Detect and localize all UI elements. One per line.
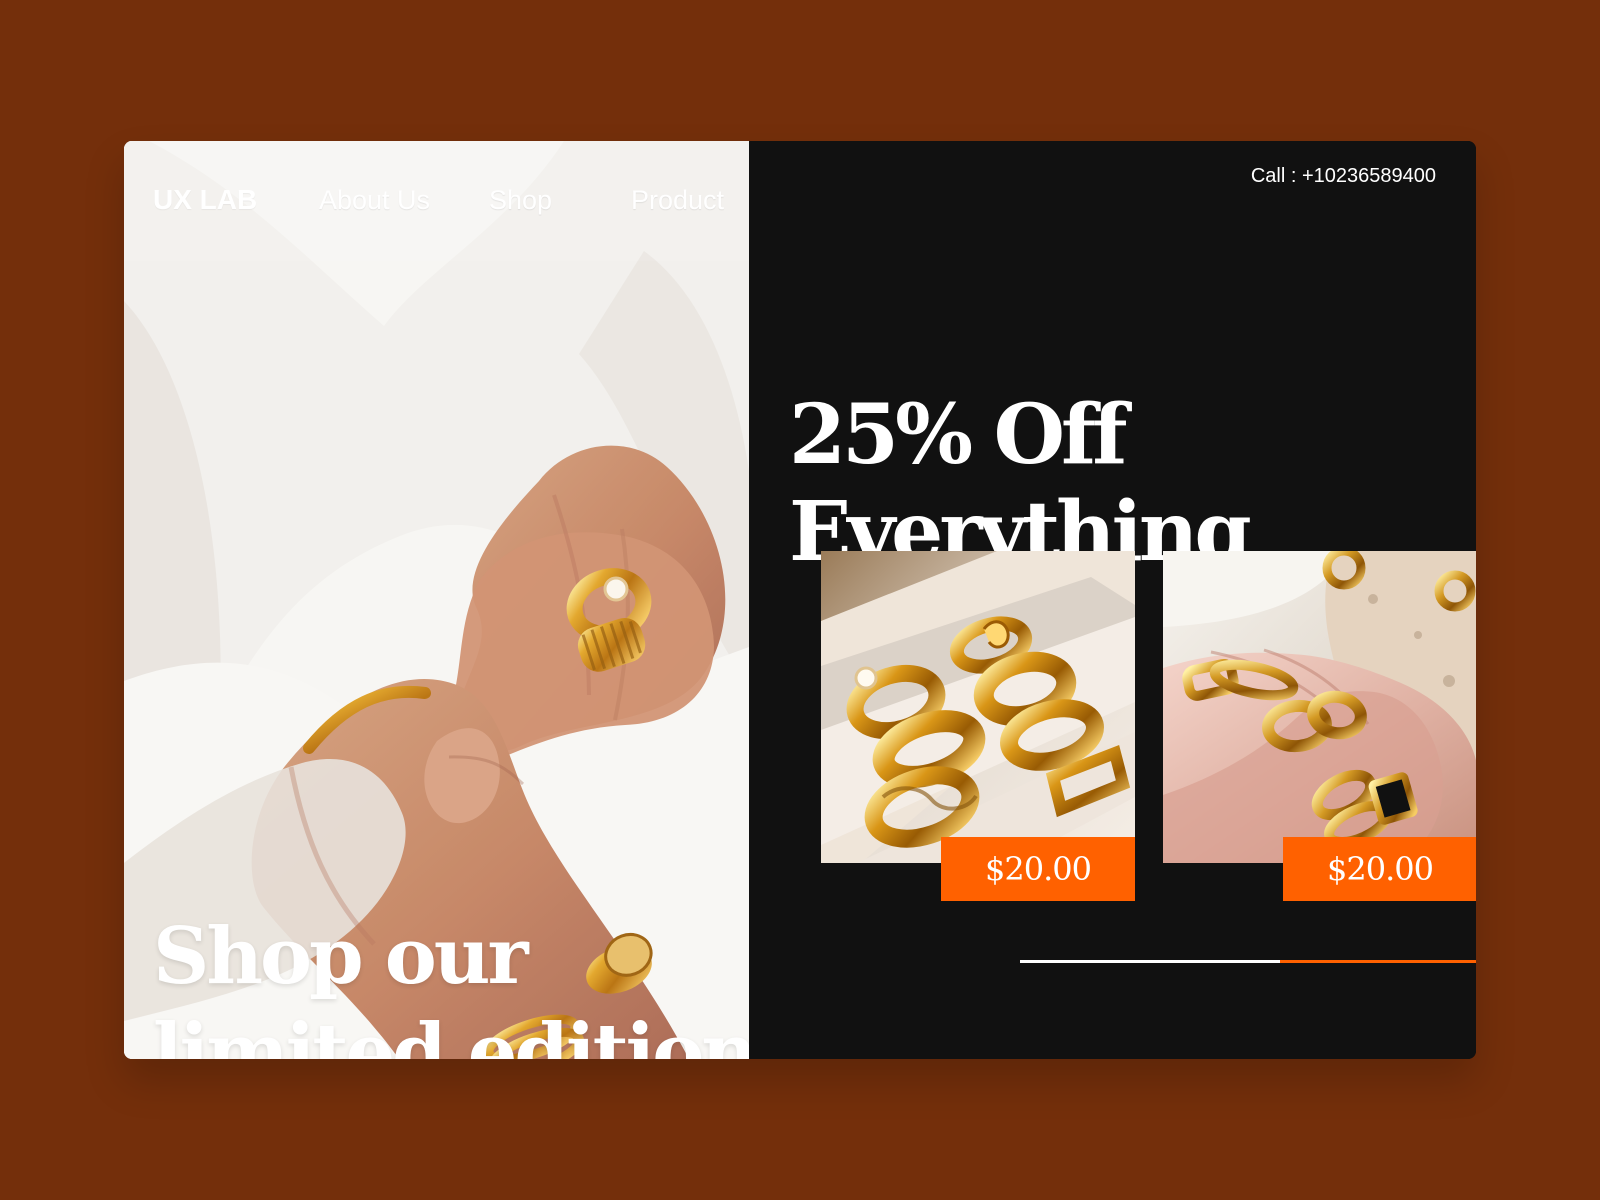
hero-panel: UX LAB About Us Shop Product Shop our li… [124, 141, 749, 1059]
promo-headline-line-1: 25% Off [789, 387, 1128, 484]
brand-logo[interactable]: UX LAB [153, 184, 257, 216]
promotion-panel: Call : +10236589400 25% Off Everything $… [749, 141, 1476, 1059]
main-navigation: UX LAB About Us Shop Product [153, 184, 733, 220]
hero-heading-line-2: limited edition [153, 1007, 749, 1059]
product-card-2[interactable]: $20.00 [1163, 551, 1476, 901]
ring-hand-image-svg [1163, 551, 1476, 863]
product-card-1[interactable]: $20.00 [821, 551, 1135, 901]
hero-heading: Shop our limited edition collaborations [153, 909, 749, 1059]
ring-hand-image [1163, 551, 1476, 863]
ring-tray-image-svg [821, 551, 1135, 863]
nav-shop-link[interactable]: Shop [489, 185, 552, 216]
product-price-button-2[interactable]: $20.00 [1283, 837, 1476, 901]
carousel-progress-fill [1020, 960, 1280, 963]
product-price-button-1[interactable]: $20.00 [941, 837, 1135, 901]
landing-page-card: UX LAB About Us Shop Product Shop our li… [124, 141, 1476, 1059]
carousel-progress-track [1020, 960, 1476, 963]
hero-heading-line-1: Shop our [153, 911, 529, 1003]
nav-product-link[interactable]: Product [631, 185, 724, 216]
nav-about-us-link[interactable]: About Us [319, 185, 430, 216]
ring-tray-image [821, 551, 1135, 863]
phone-number[interactable]: Call : +10236589400 [1251, 165, 1436, 188]
